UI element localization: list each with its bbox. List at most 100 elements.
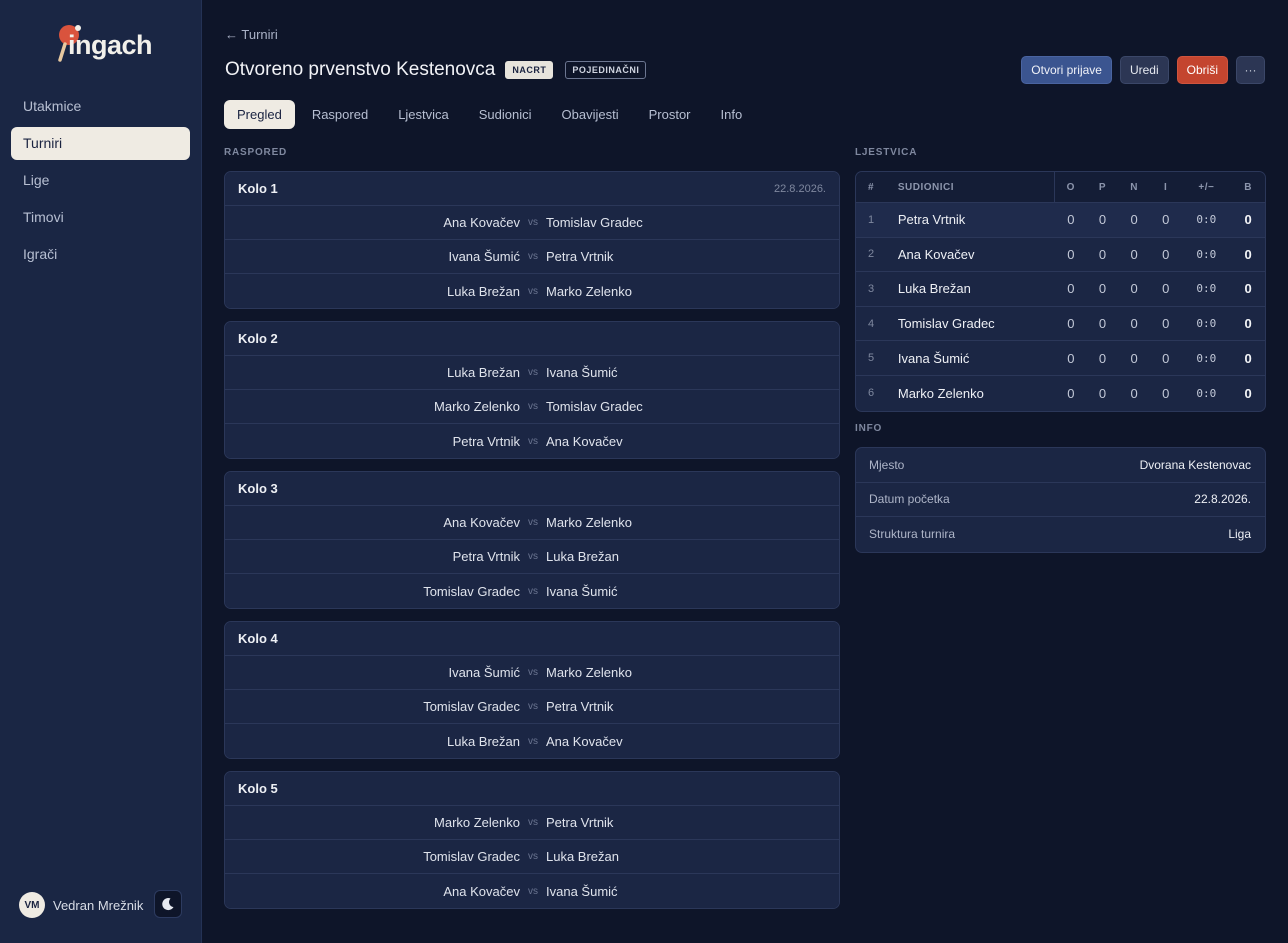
- match-row[interactable]: Marko Zelenko vs Tomislav Gradec: [225, 390, 839, 424]
- match-row[interactable]: Tomislav Gradec vs Luka Brežan: [225, 840, 839, 874]
- name-cell: Ana Kovačev: [897, 246, 975, 262]
- o-cell: 0: [1067, 316, 1075, 332]
- match-row[interactable]: Ivana Šumić vs Marko Zelenko: [225, 656, 839, 690]
- round-header: Kolo 4: [225, 622, 839, 656]
- tab-pregled[interactable]: Pregled: [224, 100, 295, 129]
- diff-cell: 0:0: [1196, 213, 1217, 227]
- schedule-rounds: Kolo 1 22.8.2026. Ana Kovačev vs Tomislav …: [224, 171, 840, 921]
- away-player: Petra Vrtnik: [546, 249, 614, 264]
- sidebar-item-igraci[interactable]: Igrači: [11, 238, 190, 271]
- table-row[interactable]: 3 Luka Brežan 0 0 0 0 0:0 0: [856, 272, 1265, 307]
- i-cell: 0: [1162, 350, 1170, 366]
- points-cell: 0: [1244, 316, 1252, 332]
- match-row[interactable]: Marko Zelenko vs Petra Vrtnik: [225, 806, 839, 840]
- schedule-section-label: RASPORED: [224, 147, 288, 158]
- rank-cell: 2: [868, 248, 875, 261]
- round-header: Kolo 3: [225, 472, 839, 506]
- info-key: Mjesto: [869, 457, 905, 472]
- tab-sudionici[interactable]: Sudionici: [466, 100, 545, 129]
- n-cell: 0: [1130, 316, 1138, 332]
- rank-cell: 3: [868, 282, 875, 295]
- home-player: Marko Zelenko: [434, 815, 520, 830]
- match-row[interactable]: Tomislav Gradec vs Petra Vrtnik: [225, 690, 839, 724]
- tab-info[interactable]: Info: [708, 100, 756, 129]
- sidebar-item-lige[interactable]: Lige: [11, 164, 190, 197]
- p-cell: 0: [1098, 212, 1107, 228]
- away-player: Luka Brežan: [546, 849, 619, 864]
- rank-cell: 1: [868, 213, 875, 226]
- away-player: Petra Vrtnik: [546, 815, 614, 830]
- logo-text: ingach: [68, 30, 153, 60]
- avatar: VM: [19, 892, 45, 918]
- away-player: Marko Zelenko: [546, 665, 632, 680]
- n-cell: 0: [1130, 385, 1138, 401]
- n-cell: 0: [1130, 350, 1138, 366]
- col-rank: #: [868, 181, 875, 193]
- match-row[interactable]: Ana Kovačev vs Ivana Šumić: [225, 874, 839, 908]
- match-row[interactable]: Tomislav Gradec vs Ivana Šumić: [225, 574, 839, 608]
- info-row-structure: Struktura turnira Liga: [856, 517, 1265, 552]
- away-player: Ivana Šumić: [546, 883, 618, 899]
- o-cell: 0: [1067, 350, 1075, 366]
- col-b: B: [1244, 181, 1252, 193]
- round-name: Kolo 2: [238, 331, 278, 346]
- away-player: Ivana Šumić: [546, 583, 618, 599]
- back-link[interactable]: ← Turniri: [225, 27, 278, 42]
- tab-obavijesti[interactable]: Obavijesti: [549, 100, 632, 129]
- match-row[interactable]: Ana Kovačev vs Marko Zelenko: [225, 506, 839, 540]
- away-player: Petra Vrtnik: [546, 699, 614, 714]
- home-player: Ana Kovačev: [443, 883, 520, 899]
- sidebar-nav: Utakmice Turniri Lige Timovi Igrači: [11, 90, 190, 275]
- p-cell: 0: [1098, 385, 1107, 401]
- away-player: Marko Zelenko: [546, 283, 632, 299]
- vs-label: vs: [528, 551, 538, 562]
- sidebar-item-timovi[interactable]: Timovi: [11, 201, 190, 234]
- rank-cell: 6: [868, 387, 875, 400]
- open-registrations-button[interactable]: Otvori prijave: [1021, 56, 1112, 84]
- i-cell: 0: [1162, 212, 1170, 228]
- table-row[interactable]: 5 Ivana Šumić 0 0 0 0 0:0 0: [856, 341, 1265, 376]
- theme-toggle-button[interactable]: [154, 890, 182, 918]
- points-cell: 0: [1244, 350, 1252, 366]
- match-row[interactable]: Petra Vrtnik vs Ana Kovačev: [225, 424, 839, 458]
- table-row[interactable]: 1 Petra Vrtnik 0 0 0 0 0:0 0: [856, 203, 1265, 238]
- sidebar-item-utakmice[interactable]: Utakmice: [11, 90, 190, 123]
- match-row[interactable]: Ana Kovačev vs Tomislav Gradec: [225, 206, 839, 240]
- user-name: Vedran Mrežnik: [53, 897, 144, 913]
- i-cell: 0: [1162, 281, 1170, 297]
- tab-ljestvica[interactable]: Ljestvica: [385, 100, 462, 129]
- o-cell: 0: [1067, 246, 1075, 262]
- tab-raspored[interactable]: Raspored: [299, 100, 381, 129]
- rank-cell: 4: [868, 317, 875, 330]
- more-options-button[interactable]: ···: [1236, 56, 1265, 84]
- table-row[interactable]: 4 Tomislav Gradec 0 0 0 0 0:0 0: [856, 307, 1265, 342]
- tabs: Pregled Raspored Ljestvica Sudionici Oba…: [224, 100, 759, 129]
- round-date: 22.8.2026.: [774, 182, 826, 195]
- info-key: Struktura turnira: [869, 527, 956, 542]
- vs-label: vs: [528, 667, 538, 678]
- match-row[interactable]: Ivana Šumić vs Petra Vrtnik: [225, 240, 839, 274]
- app-logo[interactable]: ingach: [56, 22, 166, 66]
- table-row[interactable]: 6 Marko Zelenko 0 0 0 0 0:0 0: [856, 376, 1265, 411]
- round-name: Kolo 3: [238, 481, 278, 496]
- match-row[interactable]: Luka Brežan vs Marko Zelenko: [225, 274, 839, 308]
- sidebar: ingach Utakmice Turniri Lige Timovi Igra…: [0, 0, 202, 943]
- table-row[interactable]: 2 Ana Kovačev 0 0 0 0 0:0 0: [856, 238, 1265, 273]
- vs-label: vs: [528, 285, 538, 297]
- vs-label: vs: [528, 851, 538, 862]
- match-row[interactable]: Petra Vrtnik vs Luka Brežan: [225, 540, 839, 574]
- tab-prostor[interactable]: Prostor: [636, 100, 704, 129]
- round-card: Kolo 2 Luka Brežan vs Ivana Šumić Marko Ze…: [224, 321, 840, 459]
- delete-button[interactable]: Obriši: [1176, 56, 1228, 84]
- round-card: Kolo 5 Marko Zelenko vs Petra Vrtnik Tomis…: [224, 771, 840, 909]
- round-name: Kolo 5: [238, 781, 278, 796]
- vs-label: vs: [528, 585, 538, 597]
- sidebar-item-turniri[interactable]: Turniri: [11, 127, 190, 160]
- match-row[interactable]: Luka Brežan vs Ana Kovačev: [225, 724, 839, 758]
- home-player: Ana Kovačev: [443, 215, 520, 230]
- vs-label: vs: [528, 885, 538, 897]
- match-row[interactable]: Luka Brežan vs Ivana Šumić: [225, 356, 839, 390]
- edit-button[interactable]: Uredi: [1119, 56, 1169, 84]
- info-panel: Mjesto Dvorana Kestenovac Datum početka …: [855, 447, 1266, 553]
- vs-label: vs: [528, 817, 538, 828]
